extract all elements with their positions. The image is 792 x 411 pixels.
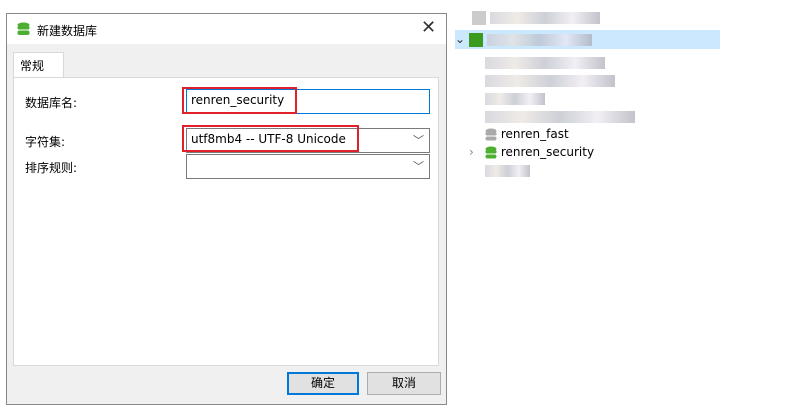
blurred-label <box>485 92 545 105</box>
tree-item-label: renren_fast <box>500 127 569 141</box>
tree-connection-selected[interactable]: ⌄ <box>455 30 720 49</box>
cancel-button[interactable]: 取消 <box>367 372 441 395</box>
chevron-down-icon: ﹀ <box>413 134 424 147</box>
chevron-down-icon: ⌄ <box>455 32 466 46</box>
collation-select[interactable]: ﹀ <box>186 154 430 179</box>
new-database-dialog: 新建数据库 ✕ 常规 数据库名: renren_security 字符集: ut… <box>6 13 447 405</box>
blurred-label <box>489 11 600 24</box>
database-icon <box>485 146 497 159</box>
database-icon <box>485 128 497 141</box>
mysql-icon <box>469 32 483 47</box>
tab-general[interactable]: 常规 <box>13 52 64 78</box>
tree-item-renren-security[interactable]: › renren_security <box>455 143 720 161</box>
tree-item[interactable] <box>455 89 720 107</box>
blurred-label <box>485 74 615 87</box>
database-name-label: 数据库名: <box>25 96 78 110</box>
tree-connection[interactable] <box>455 8 720 26</box>
database-icon <box>17 22 30 35</box>
ok-button[interactable]: 确定 <box>287 372 359 395</box>
tree-item[interactable] <box>455 71 720 89</box>
chevron-down-icon: ﹀ <box>413 160 424 173</box>
tree-item[interactable] <box>455 53 720 71</box>
highlight-box <box>182 87 297 114</box>
tree-item-label: renren_security <box>500 145 595 159</box>
connection-tree: ⌄ renren_fast › renren_security <box>455 8 720 179</box>
dialog-title: 新建数据库 <box>37 24 98 38</box>
charset-label: 字符集: <box>25 135 66 149</box>
highlight-box <box>182 125 359 152</box>
blurred-label <box>486 33 592 46</box>
tree-item[interactable] <box>455 161 720 179</box>
chevron-right-icon[interactable]: › <box>469 143 485 161</box>
tree-item[interactable] <box>455 107 720 125</box>
general-panel <box>13 77 439 366</box>
dialog-titlebar: 新建数据库 ✕ <box>7 14 446 44</box>
blurred-label <box>485 164 530 177</box>
blurred-label <box>485 110 635 123</box>
blurred-label <box>485 56 605 69</box>
collation-label: 排序规则: <box>25 161 78 175</box>
tree-item-renren-fast[interactable]: renren_fast <box>455 125 720 143</box>
mysql-icon <box>472 10 486 25</box>
close-icon[interactable]: ✕ <box>421 17 436 38</box>
